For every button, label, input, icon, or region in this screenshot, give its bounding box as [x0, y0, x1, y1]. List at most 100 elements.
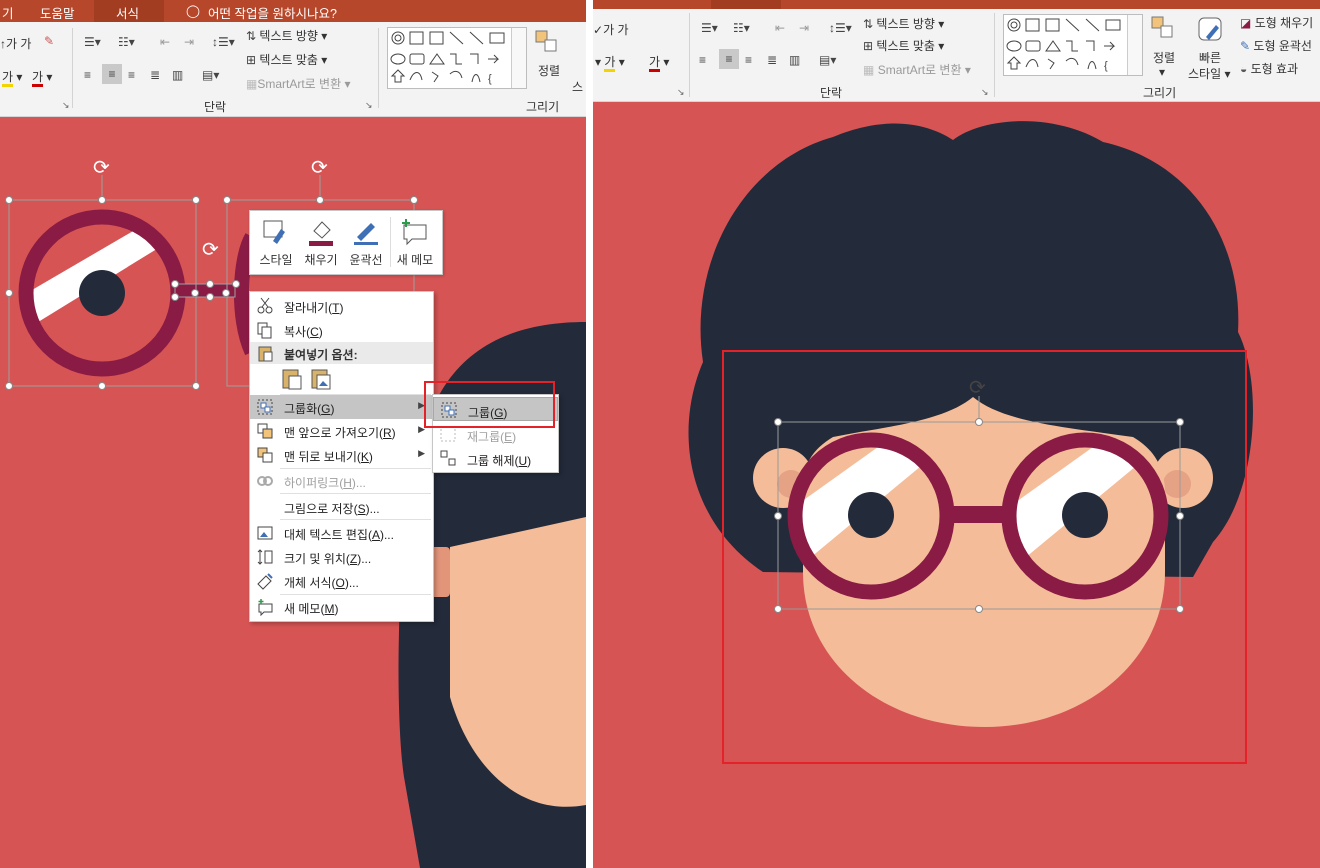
- align-right-icon[interactable]: ≡: [128, 68, 135, 82]
- dialog-launcher-icon[interactable]: ↘: [677, 87, 685, 98]
- shapes-gallery[interactable]: {: [1003, 14, 1143, 76]
- menu-item-alt-text[interactable]: 대체 텍스트 편집(A)...: [250, 521, 433, 545]
- resize-handle[interactable]: [5, 289, 13, 297]
- gallery-scroll[interactable]: [511, 28, 526, 88]
- paste-keep-format-icon[interactable]: [281, 366, 303, 393]
- submenu-item-ungroup[interactable]: 그룹 해제(U): [433, 446, 558, 470]
- resize-handle[interactable]: [316, 196, 324, 204]
- resize-handle[interactable]: [171, 280, 179, 288]
- tab-format-active[interactable]: [711, 0, 781, 9]
- arrange-icon[interactable]: [1150, 15, 1176, 41]
- arrange-dropdown-icon[interactable]: ▾: [1159, 65, 1165, 79]
- align-text-button[interactable]: ⊞ 텍스트 맞춤 ▾: [863, 37, 944, 54]
- menu-item-cut[interactable]: 잘라내기(T): [250, 294, 433, 318]
- align-center-icon[interactable]: ≡: [719, 49, 739, 69]
- alt-text-icon: [256, 524, 274, 542]
- rotate-handle-icon[interactable]: ⟳: [311, 155, 328, 180]
- tab-format[interactable]: 서식: [116, 3, 139, 22]
- columns-icon[interactable]: ▤▾: [202, 68, 219, 82]
- decrease-indent-icon[interactable]: ⇤: [160, 35, 170, 49]
- numbering-icon[interactable]: ☷▾: [118, 35, 135, 49]
- shape-outline-button[interactable]: ✎ 도형 윤곽선: [1240, 37, 1312, 54]
- smartart-convert-button[interactable]: ▦ SmartArt로 변환 ▾: [863, 61, 971, 78]
- resize-handle[interactable]: [5, 196, 13, 204]
- menu-item-format-object[interactable]: 개체 서식(O)...: [250, 569, 433, 593]
- line-spacing-icon[interactable]: ↕☰▾: [212, 35, 235, 49]
- menu-item-bring-to-front[interactable]: 맨 앞으로 가져오기(R) ▶: [250, 419, 433, 443]
- dialog-launcher-icon[interactable]: ↘: [62, 100, 70, 111]
- text-direction-button[interactable]: ⇅ 텍스트 방향 ▾: [246, 27, 327, 44]
- columns-icon[interactable]: ▤▾: [819, 53, 836, 67]
- quick-styles-label-2[interactable]: 스타일 ▾: [1188, 65, 1230, 82]
- resize-handle[interactable]: [223, 196, 231, 204]
- resize-handle[interactable]: [206, 293, 214, 301]
- resize-handle[interactable]: [410, 196, 418, 204]
- increase-indent-icon[interactable]: ⇥: [799, 21, 809, 35]
- tab-help[interactable]: 도움말: [40, 3, 75, 22]
- line-spacing-icon[interactable]: ↕☰▾: [829, 21, 852, 35]
- resize-handle[interactable]: [98, 382, 106, 390]
- justify-icon[interactable]: ≣: [150, 68, 160, 82]
- align-left-icon[interactable]: ≡: [84, 68, 91, 82]
- quick-styles-icon[interactable]: [1196, 15, 1226, 45]
- new-comment-button[interactable]: 새 메모: [392, 215, 438, 270]
- resize-handle[interactable]: [222, 289, 230, 297]
- distributed-icon[interactable]: ▥: [789, 53, 800, 67]
- smartart-convert-button[interactable]: ▦SmartArt로 변환 ▾: [246, 75, 351, 92]
- shapes-gallery[interactable]: {: [387, 27, 527, 89]
- resize-handle[interactable]: [5, 382, 13, 390]
- resize-handle[interactable]: [232, 280, 240, 288]
- menu-item-new-comment[interactable]: 새 메모(M): [250, 595, 433, 619]
- justify-icon[interactable]: ≣: [767, 53, 777, 67]
- paste-as-picture-icon[interactable]: [310, 366, 332, 393]
- resize-handle[interactable]: [191, 289, 199, 297]
- align-left-icon[interactable]: ≡: [699, 53, 706, 67]
- resize-handle[interactable]: [192, 196, 200, 204]
- quick-styles-partial[interactable]: 스: [572, 78, 583, 95]
- tab-partial[interactable]: 기: [2, 3, 14, 22]
- menu-item-size-position[interactable]: 크기 및 위치(Z)...: [250, 545, 433, 569]
- bullets-icon[interactable]: ☰▾: [84, 35, 101, 49]
- style-button[interactable]: 스타일: [254, 215, 298, 270]
- font-color-button[interactable]: 가 ▾: [649, 53, 669, 72]
- align-text-button[interactable]: ⊞ 텍스트 맞춤 ▾: [246, 51, 327, 68]
- rotate-handle-icon[interactable]: ⟳: [202, 237, 219, 262]
- decrease-indent-icon[interactable]: ⇤: [775, 21, 785, 35]
- menu-item-copy[interactable]: 복사(C): [250, 318, 433, 342]
- gallery-scroll[interactable]: [1127, 15, 1142, 75]
- dialog-launcher-icon[interactable]: ↘: [981, 87, 989, 98]
- outline-button[interactable]: 윤곽선: [344, 215, 388, 270]
- dialog-launcher-icon[interactable]: ↘: [365, 100, 373, 111]
- menu-item-hyperlink[interactable]: 하이퍼링크(H)...: [250, 469, 433, 493]
- font-size-buttons[interactable]: ↑가 가: [0, 35, 31, 52]
- resize-handle[interactable]: [98, 196, 106, 204]
- font-color-button[interactable]: 가 ▾: [32, 68, 52, 87]
- rotate-handle-icon[interactable]: ⟳: [93, 155, 110, 180]
- bullets-icon[interactable]: ☰▾: [701, 21, 718, 35]
- shape-fill-button[interactable]: ◪ 도형 채우기: [1240, 14, 1313, 31]
- distributed-icon[interactable]: ▥: [172, 68, 183, 82]
- menu-item-send-to-back[interactable]: 맨 뒤로 보내기(K) ▶: [250, 443, 433, 467]
- font-size-buttons[interactable]: ✓가 가: [593, 21, 629, 38]
- slide-canvas[interactable]: ⟳: [593, 102, 1320, 868]
- align-right-icon[interactable]: ≡: [745, 53, 752, 67]
- resize-handle[interactable]: [192, 382, 200, 390]
- numbering-icon[interactable]: ☷▾: [733, 21, 750, 35]
- increase-indent-icon[interactable]: ⇥: [184, 35, 194, 49]
- tell-me-search[interactable]: 어떤 작업을 원하시나요?: [208, 3, 337, 22]
- menu-item-group[interactable]: 그룹화(G) ▶: [250, 395, 433, 419]
- align-center-icon[interactable]: ≡: [102, 64, 122, 84]
- arrange-button[interactable]: 정렬: [1153, 49, 1175, 66]
- quick-styles-label-1[interactable]: 빠른: [1199, 49, 1221, 66]
- shape-effects-button[interactable]: ◒ 도형 효과: [1240, 60, 1298, 77]
- resize-handle[interactable]: [171, 293, 179, 301]
- highlight-color-button[interactable]: 가 ▾: [2, 68, 22, 87]
- clear-format-icon[interactable]: ✎: [44, 34, 54, 48]
- menu-item-save-as-picture[interactable]: 그림으로 저장(S)...: [250, 495, 433, 519]
- highlight-color-button[interactable]: ▾ 가 ▾: [595, 53, 625, 72]
- arrange-icon[interactable]: [534, 29, 560, 55]
- resize-handle[interactable]: [206, 280, 214, 288]
- arrange-button[interactable]: 정렬: [538, 62, 560, 79]
- fill-button[interactable]: 채우기: [300, 215, 342, 270]
- text-direction-button[interactable]: ⇅ 텍스트 방향 ▾: [863, 15, 944, 32]
